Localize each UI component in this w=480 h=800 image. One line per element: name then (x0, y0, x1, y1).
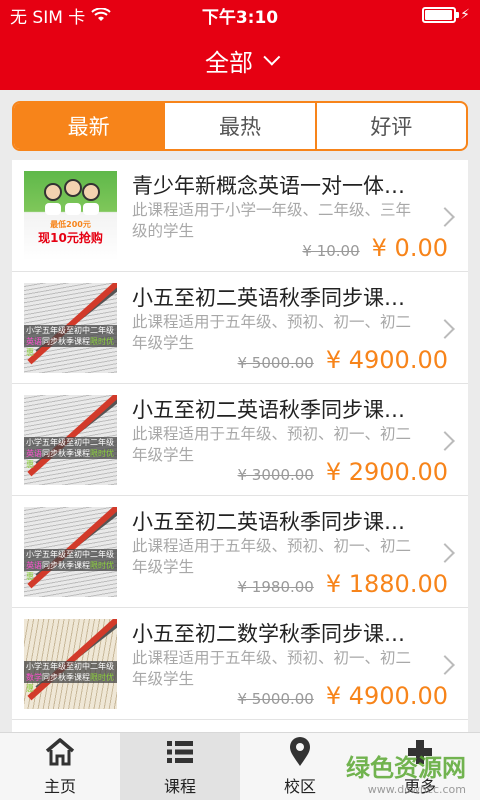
course-title: 小五至初二英语秋季同步课… (132, 510, 405, 534)
category-selector[interactable]: 全部 (0, 30, 480, 90)
price-row: ¥ 5000.00 ¥ 4900.00 (238, 346, 449, 374)
original-price: ¥ 5000.00 (237, 354, 314, 372)
thumb-banner: 小学五年级至初中二年级 英语同步秋季课程限时优惠 (24, 325, 117, 357)
sort-tabs: 最新 最热 好评 (12, 101, 468, 151)
price-row: ¥ 10.00 ¥ 0.00 (302, 234, 448, 262)
tabbar-label: 校区 (283, 776, 316, 796)
course-item[interactable]: 小学五年级至初中二年级 英语同步秋季课程限时优惠 小五至初二英语秋季同步课… 此… (12, 272, 468, 384)
tab-hottest[interactable]: 最热 (165, 103, 317, 149)
tabbar-more[interactable]: 更多 (360, 733, 480, 800)
battery-group: ⚡ (422, 7, 470, 23)
course-thumbnail: 小学五年级至初中二年级 英语同步秋季课程限时优惠 (24, 283, 117, 373)
chevron-down-icon (263, 48, 281, 66)
original-price: ¥ 1980.00 (237, 578, 314, 596)
current-price: ¥ 0.00 (371, 234, 448, 262)
price-row: ¥ 1980.00 ¥ 1880.00 (238, 570, 449, 598)
original-price: ¥ 5000.00 (237, 690, 314, 708)
more-icon (408, 739, 432, 764)
home-icon (45, 737, 75, 765)
current-price: ¥ 4900.00 (325, 682, 448, 710)
course-title: 小五至初二英语秋季同步课… (132, 286, 405, 310)
list-icon (167, 740, 193, 763)
course-thumbnail: 小学五年级至初中二年级 英语同步秋季课程限时优惠 (24, 395, 117, 485)
bottom-tab-bar: 主页 课程 校区 更多 (0, 732, 480, 800)
tab-newest[interactable]: 最新 (14, 103, 166, 149)
carrier-label: 无 SIM 卡 (10, 7, 86, 28)
chevron-right-icon (435, 543, 455, 563)
carrier-group: 无 SIM 卡 (10, 3, 111, 28)
course-thumbnail: 最低200元 现10元抢购 (24, 171, 117, 261)
course-thumbnail: 小学五年级至初中二年级 数学同步秋季课程限时优惠 (24, 619, 117, 709)
tabbar-campus[interactable]: 校区 (240, 733, 360, 800)
chevron-right-icon (435, 655, 455, 675)
current-price: ¥ 1880.00 (325, 570, 448, 598)
page-title: 全部 (205, 48, 253, 77)
status-bar: 无 SIM 卡 下午3:10 ⚡ (0, 0, 480, 30)
tabbar-home[interactable]: 主页 (0, 733, 120, 800)
wifi-icon (91, 8, 111, 21)
tab-best-rated[interactable]: 好评 (317, 103, 466, 149)
thumb-banner: 小学五年级至初中二年级 英语同步秋季课程限时优惠 (24, 549, 117, 581)
course-item[interactable]: 小学五年级至初中二年级 数学同步秋季课程限时优惠 小五至初二数学秋季同步课… 此… (12, 608, 468, 720)
course-item[interactable]: 小学五年级至初中二年级 英语同步秋季课程限时优惠 小五至初二英语秋季同步课… 此… (12, 384, 468, 496)
chevron-right-icon (435, 319, 455, 339)
original-price: ¥ 3000.00 (237, 466, 314, 484)
course-item[interactable]: 小学五年级至初中二年级 英语同步秋季课程限时优惠 小五至初二英语秋季同步课… 此… (12, 496, 468, 608)
tabbar-courses[interactable]: 课程 (120, 733, 240, 800)
current-price: ¥ 2900.00 (325, 458, 448, 486)
battery-fill (425, 10, 452, 20)
course-thumbnail: 小学五年级至初中二年级 英语同步秋季课程限时优惠 (24, 507, 117, 597)
cartoon-kids-image (40, 179, 102, 215)
original-price: ¥ 10.00 (302, 242, 360, 260)
course-title: 小五至初二数学秋季同步课… (132, 622, 405, 646)
thumb-banner: 小学五年级至初中二年级 英语同步秋季课程限时优惠 (24, 437, 117, 469)
course-item[interactable]: 最低200元 现10元抢购 青少年新概念英语一对一体… 此课程适用于小学一年级、… (12, 160, 468, 272)
thumb-banner: 小学五年级至初中二年级 数学同步秋季课程限时优惠 (24, 661, 117, 693)
tabbar-label: 课程 (163, 776, 196, 796)
chevron-right-icon (435, 207, 455, 227)
course-title: 小五至初二英语秋季同步课… (132, 398, 405, 422)
tabbar-label: 更多 (403, 776, 436, 796)
course-list: 最低200元 现10元抢购 青少年新概念英语一对一体… 此课程适用于小学一年级、… (12, 160, 468, 732)
price-row: ¥ 5000.00 ¥ 4900.00 (238, 682, 449, 710)
thumb-promo: 现10元抢购 (38, 231, 103, 245)
chevron-right-icon (435, 431, 455, 451)
battery-icon (422, 7, 460, 23)
charging-icon: ⚡ (460, 7, 470, 23)
tabbar-label: 主页 (43, 776, 76, 796)
price-row: ¥ 3000.00 ¥ 2900.00 (238, 458, 449, 486)
course-title: 青少年新概念英语一对一体… (132, 174, 405, 198)
current-price: ¥ 4900.00 (325, 346, 448, 374)
location-pin-icon (290, 736, 310, 766)
